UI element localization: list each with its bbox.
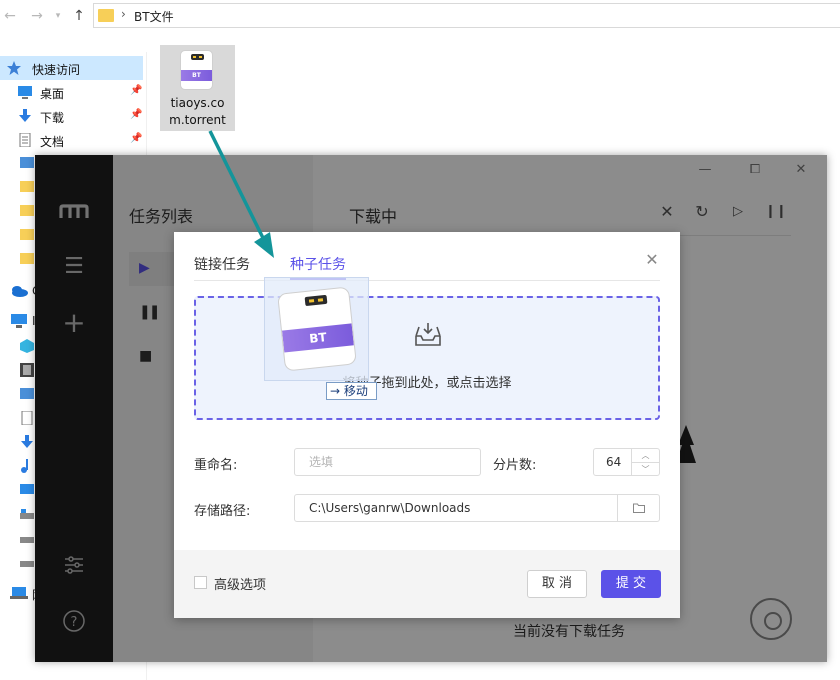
tree-item-documents[interactable]: 文档 📌 xyxy=(0,128,146,152)
drive-icon xyxy=(20,561,34,567)
new-task-dialog: 链接任务 种子任务 ✕ 将种子拖到此处，或点击选择 重命名: 选填 分片数: 6… xyxy=(174,232,680,618)
file-name: tiaoys.co m.torrent xyxy=(160,95,235,129)
desktop-icon xyxy=(20,484,34,494)
document-icon xyxy=(19,133,31,147)
network-icon xyxy=(10,587,28,599)
dialog-footer: 高级选项 取 消 提 交 xyxy=(174,550,680,618)
pin-icon: 📌 xyxy=(130,109,143,120)
drive-icon xyxy=(20,537,34,543)
save-path-label: 存储路径: xyxy=(194,504,251,519)
download-arrow-icon xyxy=(21,435,33,448)
computer-icon xyxy=(11,314,27,328)
tree-item-label: 文档 xyxy=(40,135,65,149)
tree-item-label: 快速访问 xyxy=(32,63,81,77)
desktop-icon xyxy=(18,86,32,99)
save-path-input[interactable]: C:\Users\ganrw\Downloads xyxy=(294,494,660,522)
document-icon xyxy=(21,411,33,425)
tab-torrent-task[interactable]: 种子任务 xyxy=(290,254,346,274)
onedrive-icon xyxy=(12,286,28,297)
chevron-down-icon[interactable]: ﹀ xyxy=(632,462,659,475)
tree-item-label: 桌面 xyxy=(40,87,65,101)
rename-placeholder: 选填 xyxy=(309,455,334,469)
folder-icon xyxy=(633,503,645,513)
back-icon[interactable]: ← xyxy=(2,7,18,25)
browse-folder-button[interactable] xyxy=(617,495,659,521)
video-icon xyxy=(20,363,34,377)
folder-icon xyxy=(20,229,34,240)
advanced-options-checkbox[interactable] xyxy=(194,576,207,589)
pin-icon: 📌 xyxy=(130,133,143,144)
up-icon[interactable]: ↑ xyxy=(71,7,87,25)
tree-item-quick-access[interactable]: 快速访问 xyxy=(0,56,143,80)
cancel-button[interactable]: 取 消 xyxy=(527,570,587,598)
address-path: BT文件 xyxy=(134,10,174,24)
file-name-line-1: tiaoys.co xyxy=(170,96,225,110)
pin-icon: 📌 xyxy=(130,85,143,96)
stepper-arrows: ︿ ﹀ xyxy=(631,449,659,475)
star-icon xyxy=(7,61,21,75)
picture-icon xyxy=(20,388,34,399)
rename-label: 重命名: xyxy=(194,458,238,473)
close-dialog-icon[interactable]: ✕ xyxy=(644,252,660,268)
recent-dropdown-icon[interactable]: ▾ xyxy=(50,7,66,25)
rename-input[interactable]: 选填 xyxy=(294,448,481,476)
chevron-right-icon: › xyxy=(121,7,126,21)
bt-file-icon: BT xyxy=(277,286,357,372)
torrent-file-item[interactable]: BT tiaoys.co m.torrent xyxy=(160,45,235,131)
folder-icon xyxy=(20,205,34,216)
folder-icon xyxy=(20,181,34,192)
pieces-value: 64 xyxy=(606,455,622,469)
download-arrow-icon xyxy=(19,109,31,122)
drag-ghost-file: BT xyxy=(264,277,369,381)
tree-item-downloads[interactable]: 下载 📌 xyxy=(0,104,146,128)
save-path-value: C:\Users\ganrw\Downloads xyxy=(309,501,471,515)
bt-file-icon: BT xyxy=(180,50,213,90)
tab-link-task[interactable]: 链接任务 xyxy=(194,254,250,274)
move-arrow-icon: → xyxy=(330,384,341,398)
advanced-options-label[interactable]: 高级选项 xyxy=(214,574,266,593)
3d-objects-icon xyxy=(20,339,34,353)
folder-icon xyxy=(98,9,114,22)
tree-item-desktop[interactable]: 桌面 📌 xyxy=(0,80,146,104)
drive-icon xyxy=(20,509,34,519)
move-label: 移动 xyxy=(343,384,368,398)
drag-move-tooltip: → 移动 xyxy=(326,382,377,400)
pieces-label: 分片数: xyxy=(493,458,537,473)
music-icon xyxy=(21,459,28,473)
file-name-line-2: m.torrent xyxy=(169,113,226,127)
forward-icon[interactable]: → xyxy=(29,7,45,25)
picture-icon xyxy=(20,157,34,168)
chevron-up-icon[interactable]: ︿ xyxy=(632,449,659,462)
inbox-download-icon xyxy=(415,323,441,346)
address-bar[interactable]: › BT文件 xyxy=(93,3,840,28)
pieces-stepper[interactable]: 64 ︿ ﹀ xyxy=(593,448,660,476)
folder-icon xyxy=(20,253,34,264)
submit-button[interactable]: 提 交 xyxy=(601,570,661,598)
tree-item-label: 下载 xyxy=(40,111,65,125)
